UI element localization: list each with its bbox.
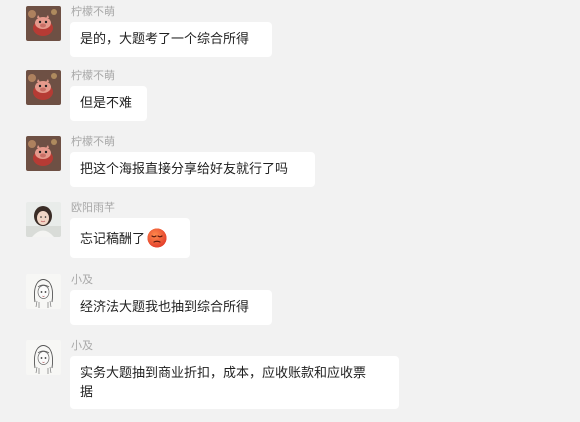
pig-avatar-icon[interactable] — [26, 6, 61, 41]
message-text: 经济法大题我也抽到综合所得 — [80, 300, 250, 315]
sender-name: 柠檬不萌 — [71, 69, 115, 82]
sender-name: 小及 — [71, 339, 93, 352]
sender-name: 小及 — [71, 273, 93, 286]
message-text: 把这个海报直接分享给好友就行了吗 — [80, 162, 289, 177]
message-text: 忘记稿酬了 — [80, 232, 146, 247]
disappointed-face-emoji-icon — [147, 228, 167, 248]
message-text-line: 实务大题抽到商业折扣，成本，应收账款和应收票 — [80, 366, 367, 381]
pig-avatar-icon[interactable] — [26, 136, 61, 171]
sender-name: 柠檬不萌 — [71, 135, 115, 148]
sender-name: 柠檬不萌 — [71, 5, 115, 18]
sketch-girl-avatar-icon[interactable] — [26, 274, 61, 309]
pig-avatar-icon[interactable] — [26, 70, 61, 105]
message-bubble[interactable]: 是的，大题考了一个综合所得 — [70, 22, 272, 57]
sender-name: 欧阳雨芊 — [71, 201, 115, 214]
message-text: 是的，大题考了一个综合所得 — [80, 32, 250, 47]
message-bubble[interactable]: 经济法大题我也抽到综合所得 — [70, 290, 272, 325]
message-bubble[interactable]: 忘记稿酬了 — [70, 218, 190, 258]
girl-photo-avatar-icon[interactable] — [26, 202, 61, 237]
message-text: 但是不难 — [80, 96, 133, 111]
message-bubble[interactable]: 实务大题抽到商业折扣，成本，应收账款和应收票 据 — [70, 356, 399, 409]
chat-message-list: 柠檬不萌 是的，大题考了一个综合所得 柠檬不萌 但是不难 柠檬不萌 把这个海报直… — [0, 0, 580, 422]
sketch-girl-avatar-icon[interactable] — [26, 340, 61, 375]
message-bubble[interactable]: 把这个海报直接分享给好友就行了吗 — [70, 152, 315, 187]
message-text-line: 据 — [80, 385, 94, 400]
message-bubble[interactable]: 但是不难 — [70, 86, 147, 121]
